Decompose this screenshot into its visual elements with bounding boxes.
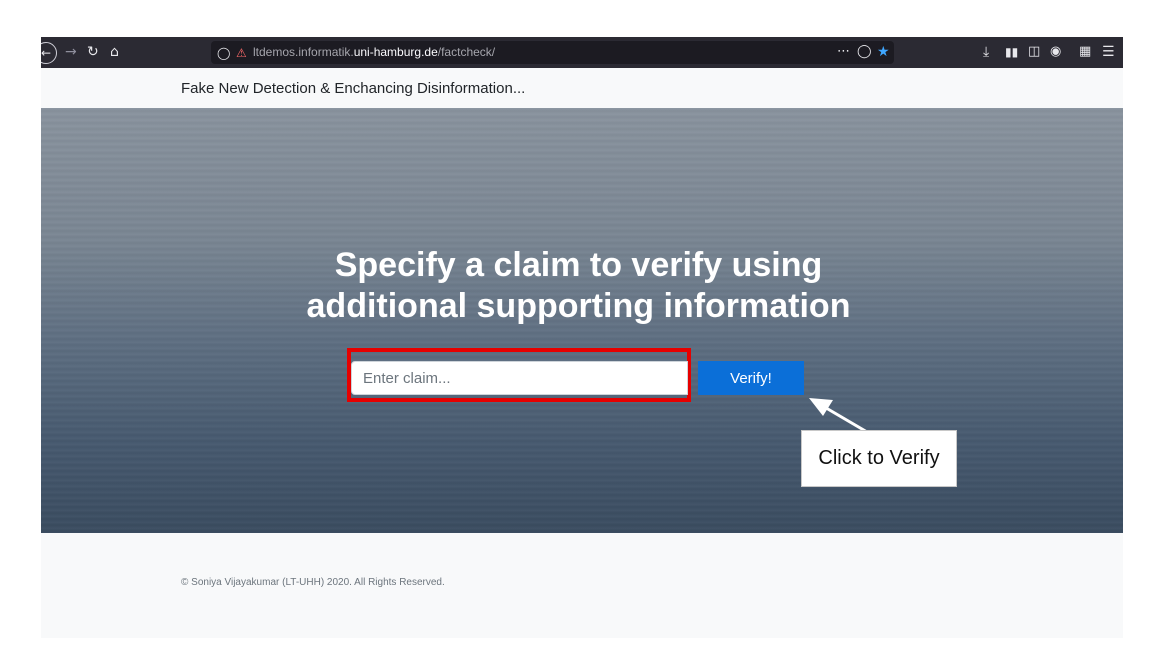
sidebar-icon[interactable]: ◫ bbox=[1028, 43, 1040, 61]
site-footer: © Soniya Vijayakumar (LT-UHH) 2020. All … bbox=[41, 533, 1123, 638]
hero-section: Specify a claim to verify using addition… bbox=[41, 108, 1123, 533]
shield-icon[interactable]: ◯ bbox=[217, 44, 230, 62]
forward-icon[interactable]: → bbox=[65, 43, 77, 61]
download-icon[interactable]: ⤓ bbox=[983, 43, 989, 61]
library-icon[interactable]: ▮▮ bbox=[1005, 43, 1018, 61]
address-bar[interactable]: ◯ ⚠ ltdemos.informatik.uni-hamburg.de/fa… bbox=[211, 41, 894, 64]
url-text[interactable]: ltdemos.informatik.uni-hamburg.de/factch… bbox=[253, 45, 495, 60]
verify-button[interactable]: Verify! bbox=[698, 361, 804, 395]
insecure-lock-icon[interactable]: ⚠ bbox=[236, 44, 247, 62]
extensions-icon[interactable]: ▦ bbox=[1079, 43, 1091, 61]
back-icon[interactable]: ← bbox=[41, 42, 57, 64]
more-icon[interactable]: ⋯ bbox=[837, 43, 850, 61]
site-brand[interactable]: Fake New Detection & Enchancing Disinfor… bbox=[181, 80, 525, 97]
browser-window: ← → ↻ ⌂ ◯ ⚠ ltdemos.informatik.uni-hambu… bbox=[41, 37, 1123, 638]
hero-title-line-2: additional supporting information bbox=[306, 287, 851, 325]
browser-toolbar: ← → ↻ ⌂ ◯ ⚠ ltdemos.informatik.uni-hambu… bbox=[41, 37, 1123, 68]
home-icon[interactable]: ⌂ bbox=[110, 43, 119, 61]
hero-title: Specify a claim to verify using addition… bbox=[41, 245, 1116, 327]
copyright-text: © Soniya Vijayakumar (LT-UHH) 2020. All … bbox=[181, 577, 445, 588]
hero-title-line-1: Specify a claim to verify using bbox=[334, 246, 823, 284]
bookmark-star-icon[interactable]: ★ bbox=[877, 43, 890, 61]
claim-input[interactable] bbox=[351, 361, 688, 395]
menu-icon[interactable]: ☰ bbox=[1102, 43, 1115, 61]
reload-icon[interactable]: ↻ bbox=[87, 43, 99, 61]
account-icon[interactable]: ◉ bbox=[1050, 43, 1061, 61]
verify-callout: Click to Verify bbox=[801, 430, 957, 487]
site-navbar: Fake New Detection & Enchancing Disinfor… bbox=[41, 68, 1123, 108]
pocket-icon[interactable]: ◯ bbox=[857, 43, 872, 61]
